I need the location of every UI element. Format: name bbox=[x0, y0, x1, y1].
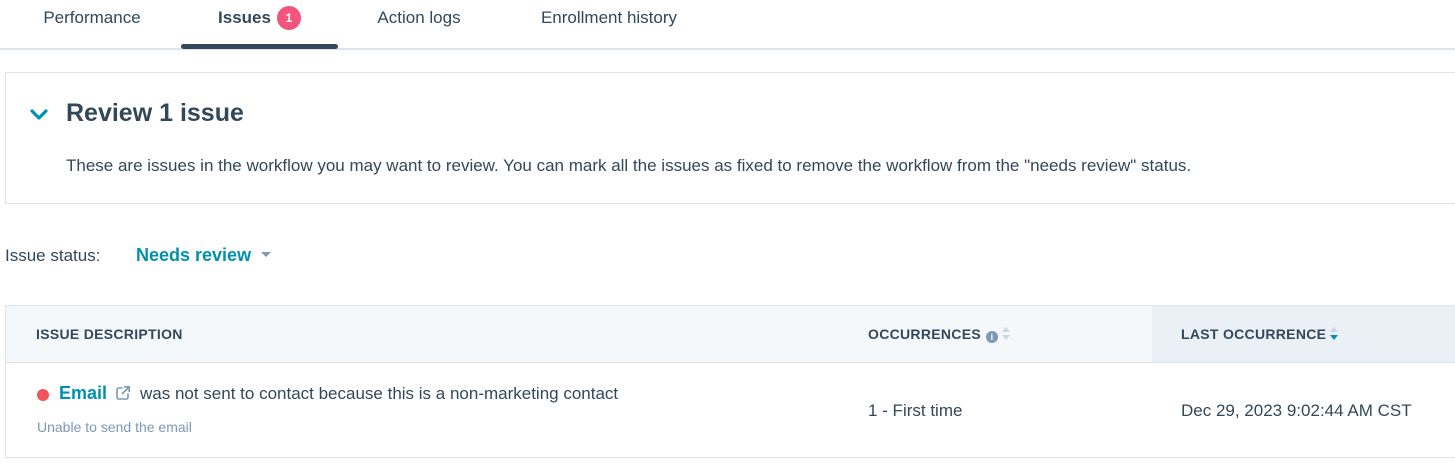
issue-status-dropdown[interactable]: Needs review bbox=[136, 245, 272, 266]
sort-icon bbox=[1001, 326, 1012, 342]
review-title: Review 1 issue bbox=[66, 99, 244, 127]
caret-down-icon bbox=[261, 252, 272, 257]
tab-bar: Performance Issues 1 Action logs Enrollme… bbox=[0, 0, 1455, 50]
last-occurrence-cell: Dec 29, 2023 9:02:44 AM CST bbox=[1181, 401, 1412, 420]
review-description: These are issues in the workflow you may… bbox=[66, 156, 1192, 175]
chevron-down-icon[interactable] bbox=[28, 105, 50, 125]
tab-label: Action logs bbox=[377, 8, 461, 27]
review-issues-card: Review 1 issue These are issues in the w… bbox=[5, 72, 1455, 204]
issues-table: ISSUE DESCRIPTION OCCURRENCES i LAST OCCU… bbox=[5, 305, 1455, 458]
error-status-dot bbox=[37, 389, 49, 401]
issue-description-text: was not sent to contact because this is … bbox=[140, 384, 619, 403]
tab-performance[interactable]: Performance bbox=[0, 0, 184, 48]
column-label: LAST OCCURRENCE bbox=[1181, 326, 1327, 342]
tab-label: Enrollment history bbox=[540, 8, 678, 27]
column-header-occurrences[interactable]: OCCURRENCES i bbox=[868, 306, 1012, 362]
tab-label: Performance bbox=[43, 8, 141, 27]
column-label: ISSUE DESCRIPTION bbox=[36, 326, 183, 342]
issue-status-label: Issue status: bbox=[5, 246, 101, 265]
tab-issues[interactable]: Issues 1 bbox=[181, 0, 338, 48]
external-link-icon[interactable] bbox=[115, 385, 131, 401]
email-link[interactable]: Email bbox=[59, 383, 107, 404]
occurrences-cell: 1 - First time bbox=[868, 401, 963, 420]
column-header-issue-description: ISSUE DESCRIPTION bbox=[36, 306, 183, 362]
issues-count-badge: 1 bbox=[276, 6, 301, 30]
issue-subtext: Unable to send the email bbox=[37, 419, 192, 435]
tab-enrollment-history[interactable]: Enrollment history bbox=[500, 0, 718, 48]
info-icon[interactable]: i bbox=[985, 331, 998, 343]
sort-descending-icon bbox=[1330, 326, 1340, 342]
tab-action-logs[interactable]: Action logs bbox=[338, 0, 500, 48]
column-header-last-occurrence[interactable]: LAST OCCURRENCE bbox=[1152, 306, 1455, 362]
column-label: OCCURRENCES bbox=[868, 326, 981, 342]
table-header: ISSUE DESCRIPTION OCCURRENCES i LAST OCCU… bbox=[6, 306, 1455, 363]
issue-status-value: Needs review bbox=[136, 245, 252, 265]
active-tab-indicator bbox=[181, 44, 338, 49]
table-row: Email was not sent to contact because th… bbox=[6, 363, 1455, 457]
tab-label: Issues bbox=[218, 8, 271, 27]
